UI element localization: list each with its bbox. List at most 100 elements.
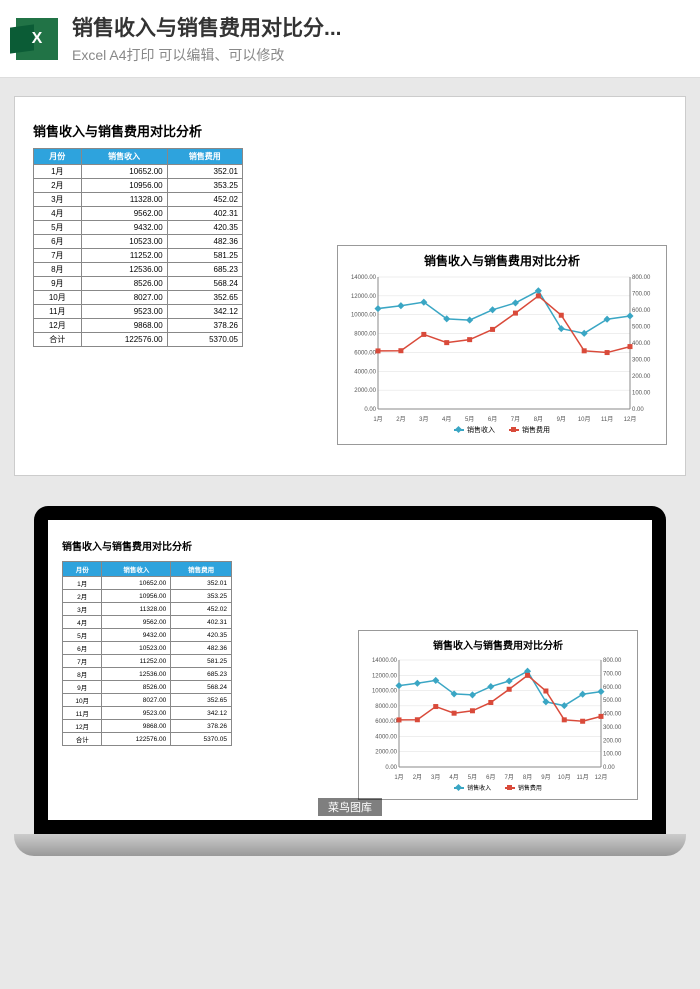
legend-income: 销售收入 — [454, 425, 495, 435]
table-row: 10月8027.00352.65 — [34, 291, 243, 305]
svg-text:11月: 11月 — [601, 416, 613, 423]
svg-text:0.00: 0.00 — [364, 407, 376, 413]
laptop-base — [14, 834, 686, 856]
table-row: 6月10523.00482.36 — [63, 642, 232, 655]
chart-container-2: 销售收入与销售费用对比分析 0.00 2000.00 4000.00 6000.00 8… — [358, 630, 638, 800]
table-row: 10月8027.00352.65 — [63, 694, 232, 707]
svg-text:6月: 6月 — [486, 774, 495, 781]
table-row: 2月10956.00353.25 — [34, 179, 243, 193]
header-title: 销售收入与销售费用对比分... — [72, 12, 684, 42]
svg-text:500.00: 500.00 — [632, 325, 651, 331]
data-table-2: 月份 销售收入 销售费用 1月10652.00352.012月10956.003… — [62, 561, 232, 746]
table-header-row: 月份 销售收入 销售费用 — [34, 149, 243, 165]
laptop-screen: 销售收入与销售费用对比分析 月份 销售收入 销售费用 1月10652.00352… — [34, 506, 666, 834]
svg-text:12000.00: 12000.00 — [351, 294, 377, 300]
svg-text:3月: 3月 — [431, 774, 440, 781]
col-expense: 销售费用 — [167, 149, 242, 165]
svg-text:400.00: 400.00 — [603, 712, 622, 718]
chart-svg: 0.002000.004000.006000.008000.0010000.00… — [344, 273, 660, 423]
svg-text:4月: 4月 — [449, 774, 458, 781]
legend-expense: 销售费用 — [509, 425, 550, 435]
svg-text:800.00: 800.00 — [632, 275, 651, 281]
table-row: 合计122576.005370.05 — [63, 733, 232, 746]
watermark: 菜鸟图库 — [318, 798, 382, 816]
svg-text:300.00: 300.00 — [632, 358, 651, 364]
table-row: 6月10523.00482.36 — [34, 235, 243, 249]
excel-icon: X — [16, 18, 58, 60]
table-row: 9月8526.00568.24 — [63, 681, 232, 694]
svg-text:2月: 2月 — [396, 416, 405, 423]
svg-text:4月: 4月 — [442, 416, 451, 423]
table-row: 12月9868.00378.26 — [63, 720, 232, 733]
svg-text:2000.00: 2000.00 — [375, 750, 397, 756]
svg-text:400.00: 400.00 — [632, 341, 651, 347]
svg-text:100.00: 100.00 — [632, 391, 651, 397]
svg-text:6000.00: 6000.00 — [354, 350, 376, 356]
preview-card-1: 销售收入与销售费用对比分析 月份 销售收入 销售费用 1月10652.00352… — [14, 96, 686, 476]
table-row: 11月9523.00342.12 — [63, 707, 232, 720]
table-header-row: 月份 销售收入 销售费用 — [63, 562, 232, 577]
document-title-2: 销售收入与销售费用对比分析 — [62, 538, 638, 553]
table-row: 3月11328.00452.02 — [63, 603, 232, 616]
laptop-mockup: 销售收入与销售费用对比分析 月份 销售收入 销售费用 1月10652.00352… — [14, 506, 686, 856]
header-subtitle: Excel A4打印 可以编辑、可以修改 — [72, 45, 684, 65]
svg-text:100.00: 100.00 — [603, 752, 622, 758]
col-income: 销售收入 — [81, 149, 167, 165]
chart-title-2: 销售收入与销售费用对比分析 — [365, 637, 631, 652]
svg-text:14000.00: 14000.00 — [351, 275, 377, 281]
header-text: 销售收入与销售费用对比分... Excel A4打印 可以编辑、可以修改 — [72, 12, 684, 65]
svg-text:9月: 9月 — [557, 416, 566, 423]
page-header: X 销售收入与销售费用对比分... Excel A4打印 可以编辑、可以修改 — [0, 0, 700, 78]
svg-text:200.00: 200.00 — [632, 374, 651, 380]
table-row: 8月12536.00685.23 — [63, 668, 232, 681]
svg-text:10月: 10月 — [578, 416, 591, 423]
data-table: 月份 销售收入 销售费用 1月10652.00352.012月10956.003… — [33, 148, 243, 347]
svg-text:12000.00: 12000.00 — [372, 673, 398, 679]
svg-text:0.00: 0.00 — [632, 407, 644, 413]
table-row: 合计122576.005370.05 — [34, 333, 243, 347]
chart-title: 销售收入与销售费用对比分析 — [344, 252, 660, 269]
svg-text:200.00: 200.00 — [603, 738, 622, 744]
svg-text:4000.00: 4000.00 — [354, 369, 376, 375]
table-row: 1月10652.00352.01 — [34, 165, 243, 179]
svg-text:8000.00: 8000.00 — [354, 332, 376, 338]
svg-text:14000.00: 14000.00 — [372, 658, 398, 664]
svg-text:800.00: 800.00 — [603, 658, 622, 664]
svg-text:600.00: 600.00 — [632, 308, 651, 314]
svg-text:2月: 2月 — [413, 774, 422, 781]
table-row: 4月9562.00402.31 — [34, 207, 243, 221]
chart-legend: 销售收入 销售费用 — [344, 425, 660, 435]
svg-text:700.00: 700.00 — [632, 292, 651, 298]
svg-text:7月: 7月 — [505, 774, 514, 781]
table-row: 5月9432.00420.35 — [63, 629, 232, 642]
svg-text:500.00: 500.00 — [603, 698, 622, 704]
svg-text:6月: 6月 — [488, 416, 497, 423]
svg-text:6000.00: 6000.00 — [375, 719, 397, 725]
svg-text:600.00: 600.00 — [603, 685, 622, 691]
svg-text:5月: 5月 — [468, 774, 477, 781]
svg-text:8月: 8月 — [534, 416, 543, 423]
table-row: 11月9523.00342.12 — [34, 305, 243, 319]
chart-plot-area-2: 0.002000.004000.006000.008000.0010000.00… — [365, 656, 631, 781]
table-row: 7月11252.00581.25 — [34, 249, 243, 263]
svg-text:11月: 11月 — [577, 774, 589, 781]
svg-text:7月: 7月 — [511, 416, 520, 423]
laptop-content: 销售收入与销售费用对比分析 月份 销售收入 销售费用 1月10652.00352… — [48, 520, 652, 820]
svg-text:2000.00: 2000.00 — [354, 388, 376, 394]
table-body: 1月10652.00352.012月10956.00353.253月11328.… — [34, 165, 243, 347]
col-month: 月份 — [63, 562, 102, 577]
table-row: 2月10956.00353.25 — [63, 590, 232, 603]
svg-text:4000.00: 4000.00 — [375, 734, 397, 740]
svg-text:12月: 12月 — [595, 774, 608, 781]
table-row: 8月12536.00685.23 — [34, 263, 243, 277]
svg-text:300.00: 300.00 — [603, 725, 622, 731]
table-row: 9月8526.00568.24 — [34, 277, 243, 291]
svg-text:9月: 9月 — [541, 774, 550, 781]
svg-text:8月: 8月 — [523, 774, 532, 781]
col-income: 销售收入 — [102, 562, 171, 577]
table-row: 12月9868.00378.26 — [34, 319, 243, 333]
document-title: 销售收入与销售费用对比分析 — [33, 121, 667, 140]
table-body: 1月10652.00352.012月10956.00353.253月11328.… — [63, 577, 232, 746]
svg-text:0.00: 0.00 — [603, 765, 615, 771]
svg-text:0.00: 0.00 — [385, 765, 397, 771]
